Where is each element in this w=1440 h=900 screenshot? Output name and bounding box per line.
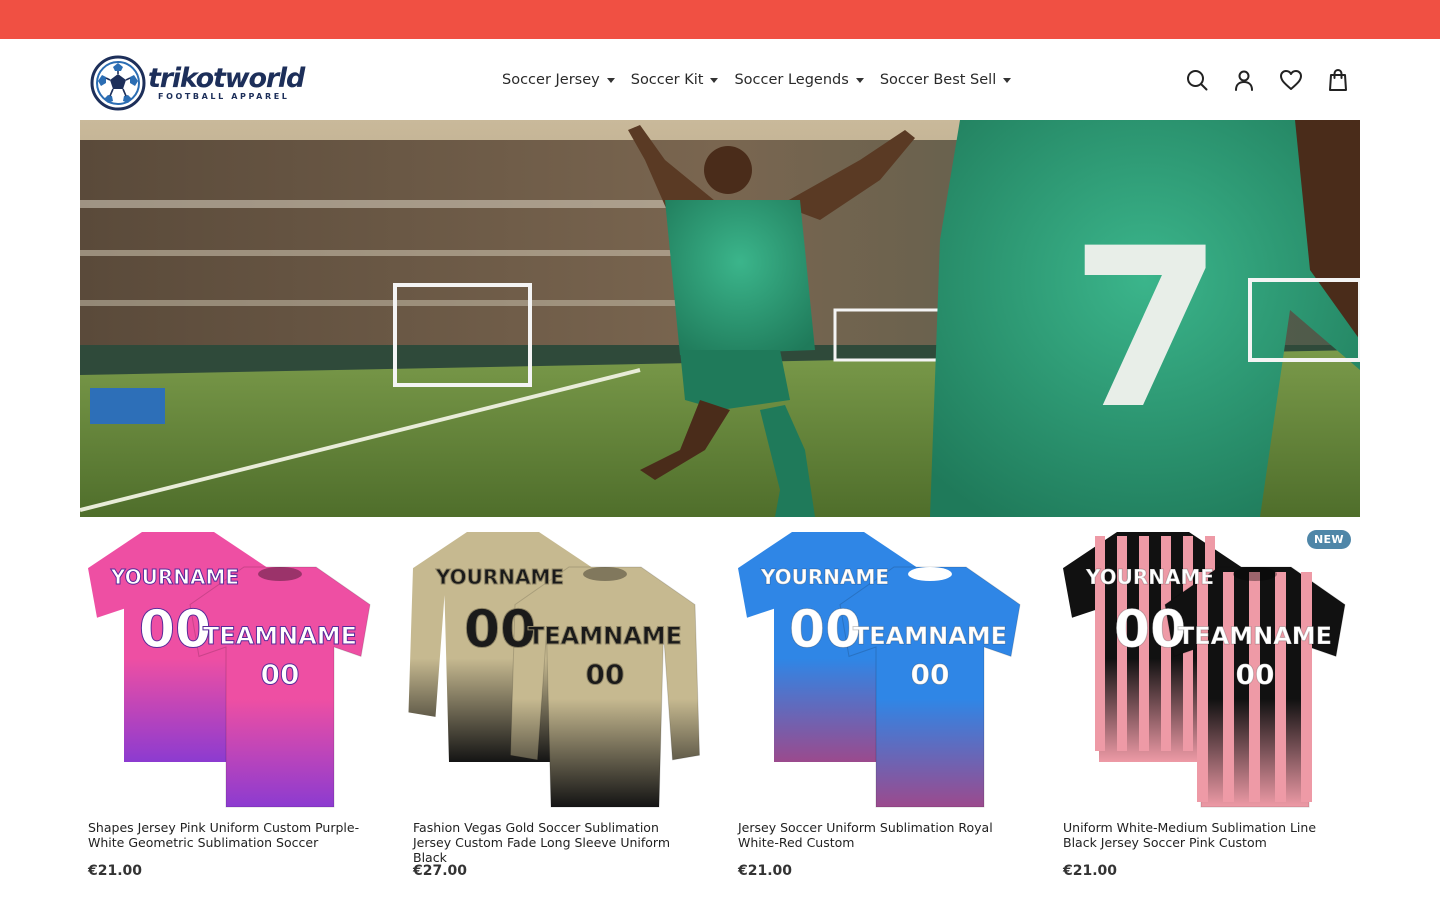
nav-item-label: Soccer Jersey bbox=[502, 72, 600, 88]
jersey-stripe bbox=[1223, 572, 1234, 802]
jersey-print-back-name: YOURNAME bbox=[760, 565, 889, 589]
jersey-print-front-number: 00 bbox=[1236, 658, 1275, 691]
jersey-print-front-name: TEAMNAME bbox=[853, 622, 1007, 650]
jersey-print-back-number: 00 bbox=[139, 600, 211, 660]
cart-bag-icon bbox=[1329, 69, 1347, 91]
nav-item-soccer-jersey[interactable]: Soccer Jersey bbox=[502, 72, 615, 88]
jersey-number: 7 bbox=[1070, 201, 1223, 457]
product-title[interactable]: Uniform White-Medium Sublimation Line Bl… bbox=[1063, 820, 1348, 850]
soccer-ball-logo-icon bbox=[90, 55, 146, 111]
jersey-print-back-number: 00 bbox=[789, 600, 861, 660]
account-button[interactable] bbox=[1231, 67, 1257, 93]
site-header: trikotworld FOOTBALL APPAREL Soccer Jers… bbox=[0, 39, 1440, 120]
product-image: YOURNAME00TEAMNAME00 bbox=[408, 532, 701, 808]
product-card[interactable]: YOURNAME 00 TEAMNAME 00 Jersey Soccer Unifor… bbox=[730, 522, 1030, 892]
search-button[interactable] bbox=[1184, 67, 1210, 93]
caret-down-icon bbox=[710, 78, 719, 83]
jersey-print-back-name: YOURNAME bbox=[1085, 565, 1214, 589]
jersey-stripe bbox=[1197, 572, 1208, 802]
jersey-print-back-name: YOURNAME bbox=[110, 565, 239, 589]
jersey-stripe bbox=[1301, 572, 1312, 802]
jersey-print-front-number: 00 bbox=[261, 658, 300, 691]
jersey-collar bbox=[908, 567, 952, 581]
jersey-print-front-name: TEAMNAME bbox=[203, 622, 357, 650]
product-price: €21.00 bbox=[1063, 863, 1118, 879]
jersey-collar bbox=[1233, 567, 1277, 581]
product-price: €21.00 bbox=[88, 863, 143, 879]
nav-item-label: Soccer Kit bbox=[630, 72, 704, 88]
brand-logo[interactable]: trikotworld FOOTBALL APPAREL bbox=[90, 54, 305, 112]
product-image: YOURNAME00TEAMNAME00 bbox=[1063, 532, 1346, 808]
header-actions bbox=[1184, 67, 1351, 93]
jersey-stripe bbox=[1275, 572, 1286, 802]
jersey-print-back-name: YOURNAME bbox=[435, 565, 564, 589]
product-image: YOURNAME00TEAMNAME00 bbox=[88, 532, 371, 808]
product-card[interactable]: YOURNAME 00 TEAMNAME 00 Fashion Vegas Gold S… bbox=[405, 522, 705, 892]
cart-button[interactable] bbox=[1325, 67, 1351, 93]
new-badge: NEW bbox=[1307, 530, 1351, 549]
product-title[interactable]: Fashion Vegas Gold Soccer Sublimation Je… bbox=[413, 820, 698, 865]
brand-tagline: FOOTBALL APPAREL bbox=[158, 92, 290, 101]
main-navigation: Soccer Jersey Soccer Kit Soccer Legends … bbox=[502, 69, 1027, 91]
announcement-bar bbox=[0, 0, 1440, 39]
jersey-collar bbox=[583, 567, 627, 581]
product-title[interactable]: Jersey Soccer Uniform Sublimation Royal … bbox=[738, 820, 1023, 850]
nav-item-label: Soccer Legends bbox=[734, 72, 849, 88]
brand-name: trikotworld bbox=[148, 63, 305, 94]
jersey-print-front-number: 00 bbox=[586, 658, 625, 691]
nav-item-soccer-legends[interactable]: Soccer Legends bbox=[734, 72, 864, 88]
nav-item-soccer-kit[interactable]: Soccer Kit bbox=[631, 72, 719, 88]
jersey-print-front-name: TEAMNAME bbox=[1178, 622, 1332, 650]
caret-down-icon bbox=[1003, 78, 1012, 83]
jersey-collar bbox=[258, 567, 302, 581]
product-image: YOURNAME00TEAMNAME00 bbox=[738, 532, 1021, 808]
account-icon bbox=[1235, 70, 1253, 91]
jersey-print-front-name: TEAMNAME bbox=[528, 622, 682, 650]
wishlist-button[interactable] bbox=[1278, 67, 1304, 93]
product-price: €21.00 bbox=[738, 863, 793, 879]
hero-banner[interactable]: 7 bbox=[80, 120, 1360, 517]
nav-item-label: Soccer Best Sell bbox=[879, 72, 997, 88]
jersey-print-back-number: 00 bbox=[464, 600, 536, 660]
caret-down-icon bbox=[606, 78, 615, 83]
nav-item-soccer-best-sell[interactable]: Soccer Best Sell bbox=[879, 72, 1012, 88]
caret-down-icon bbox=[855, 78, 864, 83]
product-card[interactable]: YOURNAME 00 TEAMNAME 00 Shapes Jersey Pink U… bbox=[80, 522, 380, 892]
search-icon bbox=[1187, 70, 1208, 91]
jersey-print-front-number: 00 bbox=[911, 658, 950, 691]
product-card[interactable]: YOURNAME 00 TEAMNAME 00 Uniform White-Medium… bbox=[1055, 522, 1355, 892]
product-grid: YOURNAME 00 TEAMNAME 00 Uniform White-Medium… bbox=[80, 522, 1360, 900]
wishlist-heart-icon bbox=[1280, 70, 1302, 90]
product-price: €27.00 bbox=[413, 863, 468, 879]
product-title[interactable]: Shapes Jersey Pink Uniform Custom Purple… bbox=[88, 820, 373, 850]
hero-image: 7 bbox=[80, 120, 1360, 517]
jersey-print-back-number: 00 bbox=[1114, 600, 1186, 660]
